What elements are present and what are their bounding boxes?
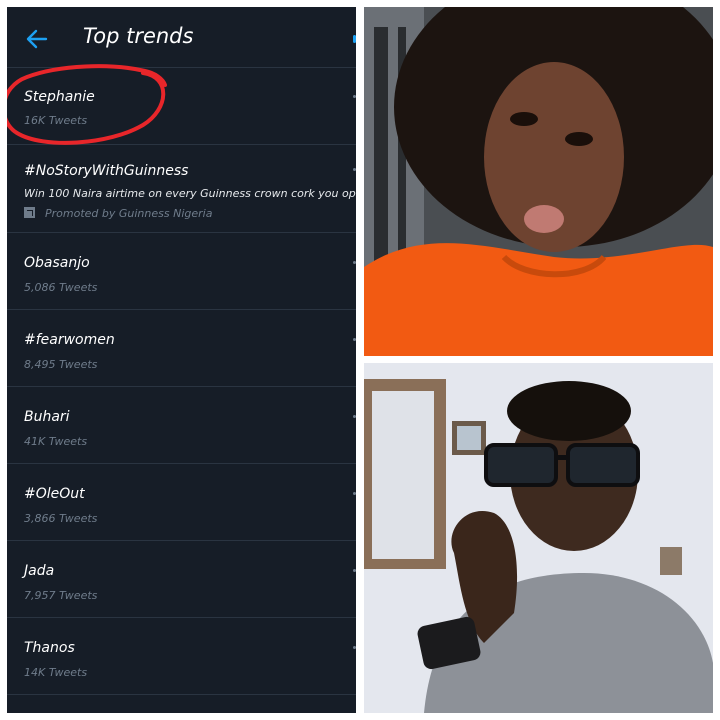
promoted-label: Promoted by Guinness Nigeria (24, 207, 212, 220)
photo-woman (364, 7, 713, 356)
more-icon[interactable] (353, 261, 356, 264)
trend-name: Thanos (24, 640, 75, 656)
trend-name: #fearwomen (24, 332, 115, 348)
promo-description: Win 100 Naira airtime on every Guinness … (24, 187, 356, 200)
more-icon[interactable] (353, 492, 356, 495)
back-arrow-icon[interactable] (25, 27, 49, 51)
man-selfie-image (364, 363, 713, 713)
trend-count: 41K Tweets (24, 435, 88, 448)
trend-item-oleout[interactable]: #OleOut 3,866 Tweets (7, 464, 356, 541)
woman-selfie-image (364, 7, 713, 356)
more-icon[interactable] (353, 95, 356, 98)
more-icon[interactable] (353, 415, 356, 418)
trend-item-obasanjo[interactable]: Obasanjo 5,086 Tweets (7, 233, 356, 310)
header: Top trends (7, 7, 356, 68)
trend-count: 16K Tweets (24, 114, 88, 127)
trend-item-promoted[interactable]: #NoStoryWithGuinness Win 100 Naira airti… (7, 145, 356, 233)
trend-name: #OleOut (24, 486, 85, 502)
trend-item-buhari[interactable]: Buhari 41K Tweets (7, 387, 356, 464)
more-icon[interactable] (353, 168, 356, 171)
trend-count: 3,866 Tweets (24, 512, 98, 525)
promoted-text: Promoted by Guinness Nigeria (45, 207, 213, 220)
trend-name: Obasanjo (24, 255, 90, 271)
trend-item-stephanie[interactable]: Stephanie 16K Tweets (7, 68, 356, 145)
trend-item-thanos[interactable]: Thanos 14K Tweets (7, 618, 356, 695)
trend-count: 7,957 Tweets (24, 589, 98, 602)
more-icon[interactable] (353, 646, 356, 649)
page-title: Top trends (83, 24, 194, 48)
edge-indicator (353, 35, 356, 43)
trend-item-fearwomen[interactable]: #fearwomen 8,495 Tweets (7, 310, 356, 387)
more-icon[interactable] (353, 338, 356, 341)
trend-name: Stephanie (24, 89, 95, 105)
photo-man (364, 363, 713, 713)
trend-item-jada[interactable]: Jada 7,957 Tweets (7, 541, 356, 618)
trend-count: 5,086 Tweets (24, 281, 98, 294)
promoted-icon (24, 207, 35, 218)
trend-name: #NoStoryWithGuinness (24, 163, 189, 179)
trend-count: 8,495 Tweets (24, 358, 98, 371)
trends-panel: Top trends Stephanie 16K Tweets #NoStory… (7, 7, 356, 713)
trend-name: Buhari (24, 409, 70, 425)
trend-name: Jada (24, 563, 55, 579)
trend-count: 14K Tweets (24, 666, 88, 679)
more-icon[interactable] (353, 569, 356, 572)
